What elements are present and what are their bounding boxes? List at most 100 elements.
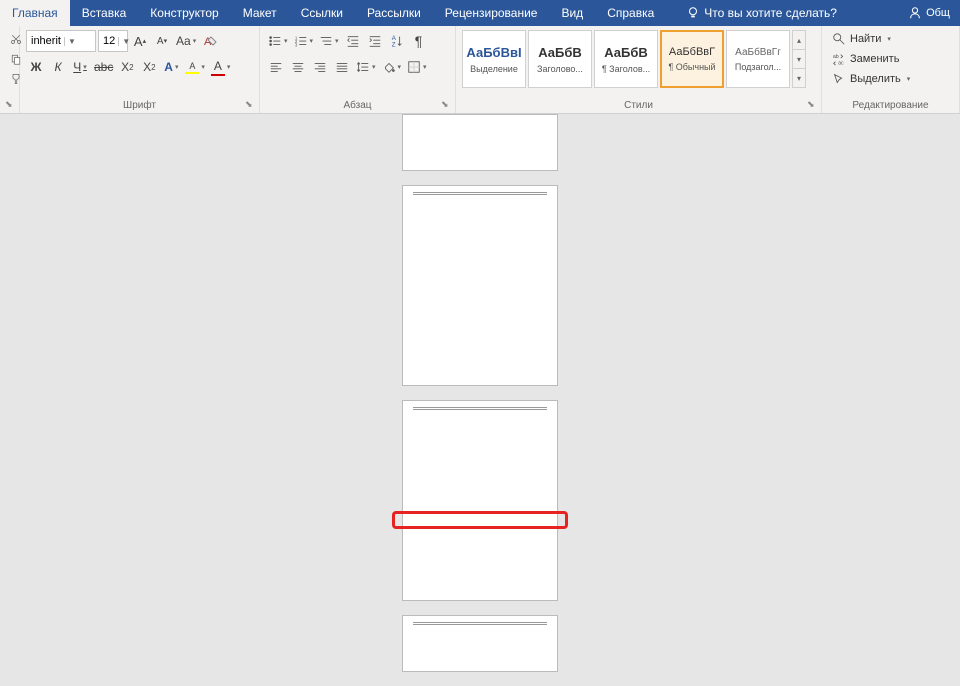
indent-icon	[368, 34, 382, 48]
align-left-button[interactable]	[266, 56, 286, 78]
bullets-button[interactable]: ▾	[266, 30, 290, 52]
cursor-icon	[832, 72, 846, 86]
bold-button[interactable]: Ж	[26, 56, 46, 78]
clipboard-launcher[interactable]: ⬊	[5, 99, 17, 111]
shading-button[interactable]: ▾	[380, 56, 404, 78]
numbering-button[interactable]: 123▾	[292, 30, 316, 52]
document-page[interactable]	[402, 400, 558, 601]
sort-button[interactable]: AZ	[387, 30, 407, 52]
bullets-icon	[268, 34, 282, 48]
style-preview: АаБбВ	[604, 45, 648, 60]
styles-more-button[interactable]: ▾	[793, 69, 805, 87]
share-button[interactable]: Общ	[898, 6, 960, 20]
tab-mailings[interactable]: Рассылки	[355, 0, 433, 26]
chevron-down-icon: ▼	[118, 37, 130, 46]
highlight-button[interactable]: A▾	[183, 56, 207, 78]
style-preview: АаБбВ	[538, 45, 582, 60]
styles-group-label: Стили	[456, 98, 821, 113]
show-marks-button[interactable]: ¶	[409, 30, 429, 52]
tab-review[interactable]: Рецензирование	[433, 0, 550, 26]
page-header-line	[413, 622, 547, 625]
style-item-heading1[interactable]: АаБбВ Заголово...	[528, 30, 592, 88]
tab-home[interactable]: Главная	[0, 0, 70, 26]
ribbon: ⬊ inherit ▼ 12 ▼ A▴ A▾ Aa▾	[0, 26, 960, 114]
styles-up-button[interactable]: ▴	[793, 31, 805, 50]
eraser-icon: A	[202, 33, 218, 49]
select-label: Выделить	[850, 73, 901, 85]
style-item-emphasis[interactable]: АаБбВвІ Выделение	[462, 30, 526, 88]
group-paragraph: ▾ 123▾ ▾ AZ ¶ ▾ ▾ ▾ А	[260, 26, 456, 113]
group-clipboard: ⬊	[0, 26, 20, 113]
superscript-button[interactable]: X2	[139, 56, 159, 78]
menu-bar: Главная Вставка Конструктор Макет Ссылки…	[0, 0, 960, 26]
document-page[interactable]	[402, 185, 558, 386]
person-icon	[908, 6, 922, 20]
line-spacing-button[interactable]: ▾	[354, 56, 378, 78]
increase-indent-button[interactable]	[365, 30, 385, 52]
page-header-line	[413, 407, 547, 410]
find-button[interactable]: Найти ▾	[828, 30, 914, 48]
tell-me[interactable]: Что вы хотите сделать?	[674, 0, 849, 26]
multilevel-button[interactable]: ▾	[317, 30, 341, 52]
style-item-subtitle[interactable]: АаБбВвГг Подзагол...	[726, 30, 790, 88]
style-preview: АаБбВвІ	[466, 45, 521, 60]
font-color-button[interactable]: A▾	[209, 56, 233, 78]
paragraph-launcher[interactable]: ⬊	[441, 99, 453, 111]
numbering-icon: 123	[294, 34, 308, 48]
clear-format-button[interactable]: A	[200, 30, 220, 52]
underline-button[interactable]: Ч▾	[70, 56, 90, 78]
style-name: ¶ Обычный	[664, 62, 720, 72]
text-effects-button[interactable]: A▾	[161, 56, 181, 78]
chevron-down-icon: ▾	[907, 75, 911, 83]
tab-view[interactable]: Вид	[549, 0, 595, 26]
subscript-button[interactable]: X2	[117, 56, 137, 78]
group-font: inherit ▼ 12 ▼ A▴ A▾ Aa▾ A Ж	[20, 26, 260, 113]
tab-layout[interactable]: Макет	[231, 0, 289, 26]
document-page[interactable]	[402, 615, 558, 672]
page-header-line	[413, 192, 547, 195]
justify-button[interactable]	[332, 56, 352, 78]
outdent-icon	[346, 34, 360, 48]
svg-text:Z: Z	[391, 41, 395, 48]
change-case-button[interactable]: Aa▾	[174, 30, 198, 52]
document-page[interactable]	[402, 114, 558, 171]
tab-insert[interactable]: Вставка	[70, 0, 139, 26]
style-preview: АаБбВвГг	[735, 47, 781, 58]
align-right-button[interactable]	[310, 56, 330, 78]
styles-launcher[interactable]: ⬊	[807, 99, 819, 111]
font-size-combo[interactable]: 12 ▼	[98, 30, 128, 52]
font-launcher[interactable]: ⬊	[245, 99, 257, 111]
style-name: Подзагол...	[729, 62, 787, 72]
search-icon	[832, 32, 846, 46]
replace-button[interactable]: abac Заменить	[828, 50, 914, 68]
svg-text:ac: ac	[838, 60, 844, 66]
chevron-down-icon: ▼	[64, 37, 76, 46]
styles-down-button[interactable]: ▾	[793, 50, 805, 69]
style-name: ¶ Заголов...	[597, 64, 655, 74]
chevron-down-icon: ▾	[887, 35, 891, 43]
align-center-button[interactable]	[288, 56, 308, 78]
bucket-icon	[382, 60, 396, 74]
select-button[interactable]: Выделить ▾	[828, 70, 914, 88]
editing-group-label: Редактирование	[822, 98, 959, 113]
decrease-indent-button[interactable]	[343, 30, 363, 52]
strikethrough-button[interactable]: abc	[92, 56, 115, 78]
grow-font-button[interactable]: A▴	[130, 30, 150, 52]
tab-references[interactable]: Ссылки	[289, 0, 355, 26]
lightbulb-icon	[686, 6, 700, 20]
group-editing: Найти ▾ abac Заменить Выделить ▾ Редакти…	[822, 26, 960, 113]
borders-icon	[407, 60, 421, 74]
find-label: Найти	[850, 33, 881, 45]
shrink-font-button[interactable]: A▾	[152, 30, 172, 52]
borders-button[interactable]: ▾	[405, 56, 429, 78]
style-item-heading2[interactable]: АаБбВ ¶ Заголов...	[594, 30, 658, 88]
paragraph-group-label: Абзац	[260, 98, 455, 113]
document-area[interactable]	[0, 114, 960, 686]
font-name-combo[interactable]: inherit ▼	[26, 30, 96, 52]
style-item-normal[interactable]: АаБбВвГ ¶ Обычный	[660, 30, 724, 88]
style-name: Выделение	[465, 64, 523, 74]
tab-help[interactable]: Справка	[595, 0, 666, 26]
font-name-value: inherit	[31, 35, 61, 47]
tab-design[interactable]: Конструктор	[138, 0, 230, 26]
italic-button[interactable]: К	[48, 56, 68, 78]
